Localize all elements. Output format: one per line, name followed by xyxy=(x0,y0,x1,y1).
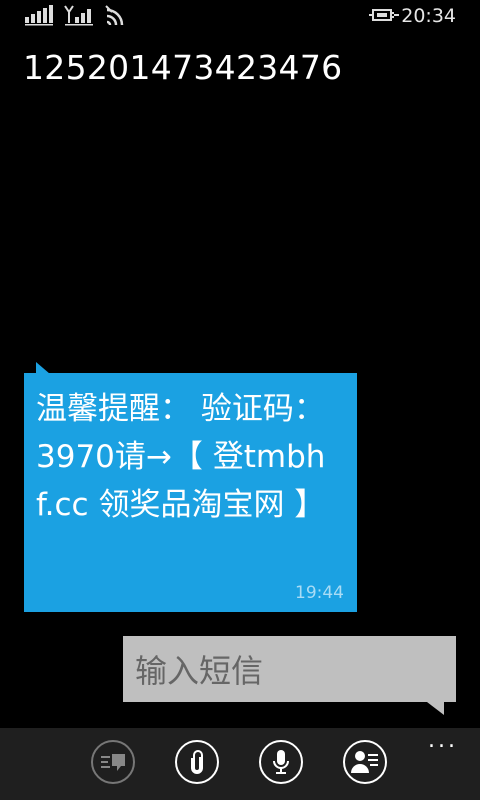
signal-bars-icon xyxy=(25,5,53,26)
compose-bubble-tail xyxy=(427,702,444,715)
voice-input-button[interactable] xyxy=(259,740,303,784)
status-bar: 20:34 xyxy=(0,0,480,32)
signal-bars-antenna-icon xyxy=(64,5,93,26)
thread-title: 125201473423476 xyxy=(23,48,343,87)
microphone-icon xyxy=(273,750,289,774)
contact-card-button[interactable] xyxy=(343,740,387,784)
app-bar: ... xyxy=(0,728,480,800)
message-timestamp: 19:44 xyxy=(295,583,344,603)
battery-charging-icon xyxy=(369,9,399,21)
attach-button[interactable] xyxy=(175,740,219,784)
message-text: 温馨提醒： 验证码：3970请→【 登tmbhf.cc 领奖品淘宝网 】 xyxy=(36,391,326,523)
conversations-button[interactable] xyxy=(91,740,135,784)
more-options-button[interactable]: ... xyxy=(428,730,458,752)
incoming-message-bubble[interactable]: 温馨提醒： 验证码：3970请→【 登tmbhf.cc 领奖品淘宝网 】 19:… xyxy=(24,373,357,612)
conversations-icon xyxy=(101,754,125,771)
contact-card-icon xyxy=(351,751,378,773)
attach-icon xyxy=(191,750,203,774)
compose-placeholder: 输入短信 xyxy=(135,652,264,690)
wifi-icon xyxy=(105,5,124,26)
compose-input[interactable]: 输入短信 xyxy=(123,636,456,702)
status-time: 20:34 xyxy=(401,5,456,27)
